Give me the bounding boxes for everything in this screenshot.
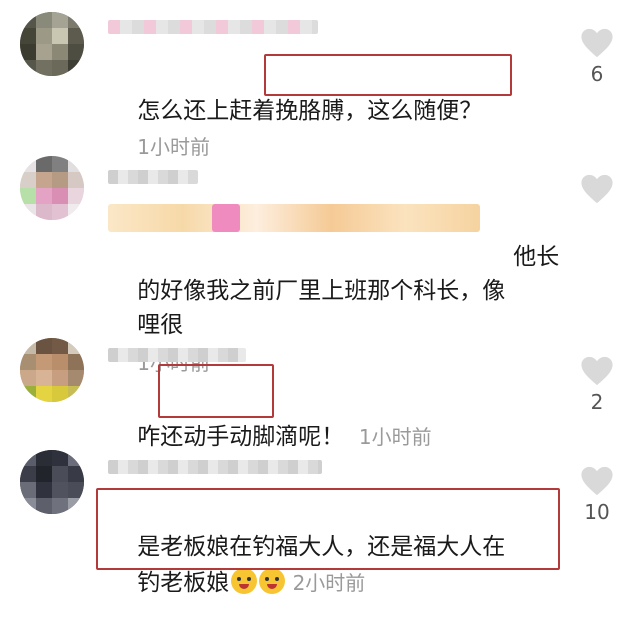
- comment-item: 是老板娘在钓福大人，还是福大人在 钓老板娘 2小时前 10: [0, 450, 640, 596]
- avatar[interactable]: [20, 450, 84, 514]
- username-redacted[interactable]: [108, 348, 246, 362]
- avatar[interactable]: [20, 12, 84, 76]
- redacted-emoji: [212, 204, 240, 232]
- like-count: 10: [584, 500, 610, 524]
- username-redacted[interactable]: [108, 20, 318, 34]
- comment-body: 咋还动手动脚滴呢！: [137, 424, 345, 450]
- laughing-crying-emoji: [259, 568, 286, 594]
- heart-icon[interactable]: [580, 172, 614, 206]
- like-count: 6: [590, 62, 604, 86]
- like-count: 2: [590, 390, 604, 414]
- comment-item: 他长 的好像我之前厂里上班那个科长，像 哩很 1小时前: [0, 150, 640, 375]
- heart-icon[interactable]: [580, 354, 614, 388]
- avatar[interactable]: [20, 338, 84, 402]
- comment-body-line2: 钓老板娘: [137, 570, 230, 596]
- highlight-box: [264, 54, 512, 96]
- comment-body-line1: 他长: [513, 244, 560, 270]
- comment-item: 怎么还上赶着挽胳膊，这么随便？ 1小时前 6: [0, 0, 640, 159]
- username-redacted[interactable]: [108, 460, 322, 474]
- comment-item: 咋还动手动脚滴呢！ 1小时前 2: [0, 330, 640, 450]
- highlight-box: [158, 364, 274, 418]
- laughing-crying-emoji: [231, 568, 258, 594]
- avatar[interactable]: [20, 156, 84, 220]
- timestamp: 2小时前: [292, 571, 366, 595]
- heart-icon[interactable]: [580, 464, 614, 498]
- redacted-mention: [108, 204, 480, 232]
- username-redacted[interactable]: [108, 170, 198, 184]
- heart-icon[interactable]: [580, 26, 614, 60]
- highlight-box: [96, 488, 560, 570]
- timestamp: 1小时前: [358, 425, 432, 449]
